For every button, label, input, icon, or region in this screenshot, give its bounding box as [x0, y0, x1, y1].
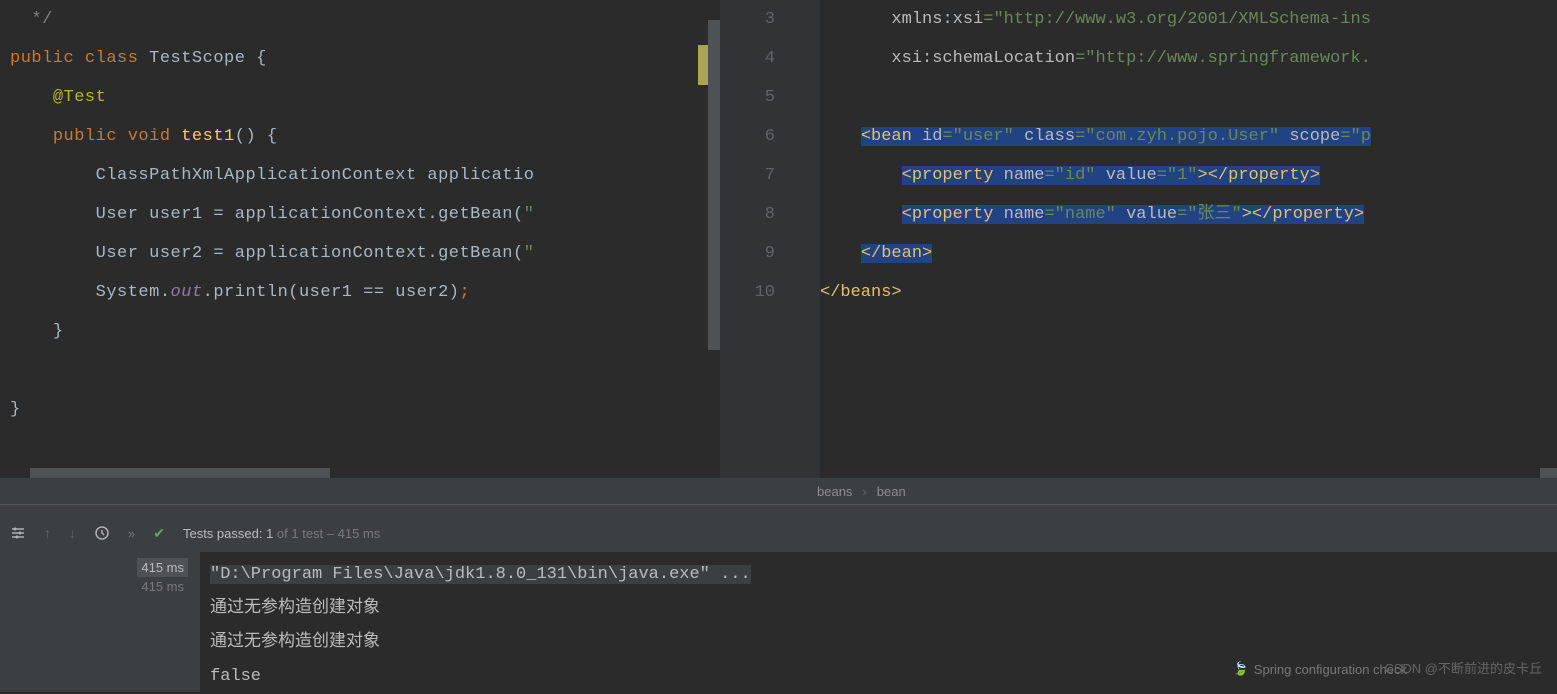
vertical-scrollbar[interactable] [708, 20, 720, 350]
code-line[interactable]: User user2 = applicationContext.getBean(… [10, 234, 720, 273]
test-status-text: Tests passed: 1 of 1 test – 415 ms [183, 526, 380, 541]
test-duration: 415 ms [137, 558, 188, 577]
java-editor-pane[interactable]: */public class TestScope { @Test public … [0, 0, 720, 478]
xml-line[interactable]: xsi:schemaLocation="http://www.springfra… [820, 39, 1557, 78]
code-line[interactable]: } [10, 390, 720, 429]
line-number: 9 [720, 234, 800, 273]
code-line[interactable]: public void test1() { [10, 117, 720, 156]
prev-test-icon[interactable]: ↑ [44, 525, 51, 541]
spring-leaf-icon: 🍃 [1233, 661, 1249, 677]
xml-editor-pane[interactable]: 345678910 xmlns:xsi="http://www.w3.org/2… [720, 0, 1557, 478]
code-line[interactable]: @Test [10, 78, 720, 117]
breadcrumb-bar: beans › bean [0, 478, 1557, 504]
breadcrumb-item[interactable]: bean [872, 484, 911, 499]
console-line: 通过无参构造创建对象 [210, 592, 1547, 626]
test-passed-icon: ✔ [153, 525, 165, 542]
code-line[interactable]: User user1 = applicationContext.getBean(… [10, 195, 720, 234]
settings-icon[interactable] [10, 525, 26, 541]
line-number-gutter: 345678910 [720, 0, 800, 478]
xml-line[interactable]: </bean> [820, 234, 1557, 273]
code-line[interactable]: System.out.println(user1 == user2); [10, 273, 720, 312]
xml-line[interactable] [820, 78, 1557, 117]
xml-line[interactable]: <bean id="user" class="com.zyh.pojo.User… [820, 117, 1557, 156]
line-number: 5 [720, 78, 800, 117]
xml-code-area[interactable]: xmlns:xsi="http://www.w3.org/2001/XMLSch… [820, 0, 1557, 478]
watermark-text: CSDN @不断前进的皮卡丘 [1384, 658, 1542, 677]
panel-divider[interactable] [0, 504, 1557, 514]
xml-line[interactable]: </beans> [820, 273, 1557, 312]
breadcrumb-item[interactable]: beans [812, 484, 857, 499]
line-number: 7 [720, 156, 800, 195]
code-line[interactable]: } [10, 312, 720, 351]
xml-line[interactable]: <property name="name" value="张三"></prope… [820, 195, 1557, 234]
code-line[interactable]: */ [10, 0, 720, 39]
test-tree-panel[interactable]: 415 ms 415 ms [0, 552, 200, 692]
code-line[interactable]: public class TestScope { [10, 39, 720, 78]
line-number: 6 [720, 117, 800, 156]
line-number: 4 [720, 39, 800, 78]
horizontal-scrollbar-right[interactable] [1540, 468, 1557, 478]
console-command: "D:\Program Files\Java\jdk1.8.0_131\bin\… [210, 565, 751, 584]
horizontal-scrollbar-left[interactable] [30, 468, 330, 478]
line-number: 3 [720, 0, 800, 39]
xml-line[interactable]: xmlns:xsi="http://www.w3.org/2001/XMLSch… [820, 0, 1557, 39]
test-history-icon[interactable] [94, 525, 110, 541]
line-number: 10 [720, 273, 800, 312]
test-toolbar: ↑ ↓ » ✔ Tests passed: 1 of 1 test – 415 … [0, 514, 1557, 552]
change-marker [698, 45, 708, 85]
next-test-icon[interactable]: ↓ [69, 525, 76, 541]
code-line[interactable] [10, 351, 720, 390]
expand-icon[interactable]: » [128, 526, 135, 541]
java-code-area[interactable]: */public class TestScope { @Test public … [0, 0, 720, 429]
breadcrumb-separator: › [857, 484, 871, 499]
fold-gutter [800, 0, 820, 478]
test-duration: 415 ms [137, 577, 188, 596]
spring-status-bar[interactable]: 🍃 Spring configuration check [1233, 661, 1407, 677]
code-line[interactable]: ClassPathXmlApplicationContext applicati… [10, 156, 720, 195]
editor-split-area: */public class TestScope { @Test public … [0, 0, 1557, 478]
line-number: 8 [720, 195, 800, 234]
console-line: 通过无参构造创建对象 [210, 626, 1547, 660]
xml-line[interactable]: <property name="id" value="1"></property… [820, 156, 1557, 195]
